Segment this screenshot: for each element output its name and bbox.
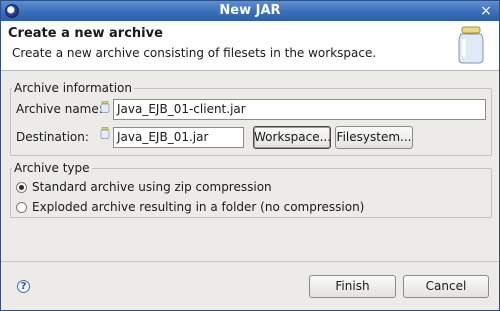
archive-name-label: Archive name: bbox=[16, 102, 103, 116]
radio-button-selected[interactable] bbox=[16, 181, 27, 193]
destination-label: Destination: bbox=[16, 130, 89, 144]
filesystem-button[interactable]: Filesystem... bbox=[335, 126, 413, 149]
archive-name-field[interactable]: Java_EJB_01-client.jar bbox=[113, 99, 486, 120]
archive-type-label: Archive type bbox=[12, 161, 92, 175]
header-description: Create a new archive consisting of files… bbox=[12, 46, 377, 60]
destination-field[interactable]: Java_EJB_01.jar bbox=[113, 127, 244, 148]
jar-icon bbox=[458, 26, 484, 64]
exploded-archive-option[interactable]: Exploded archive resulting in a folder (… bbox=[16, 200, 364, 214]
dialog-header: Create a new archive Create a new archiv… bbox=[1, 21, 499, 71]
radio-button-unselected[interactable] bbox=[16, 201, 27, 213]
title-bar[interactable]: New JAR × bbox=[1, 1, 499, 21]
workspace-button[interactable]: Workspace... bbox=[253, 126, 331, 149]
close-button[interactable]: × bbox=[478, 3, 494, 19]
header-title: Create a new archive bbox=[8, 26, 163, 41]
window-title: New JAR bbox=[219, 3, 281, 18]
jar-small-icon bbox=[100, 101, 110, 113]
new-jar-dialog: New JAR × Create a new archive Create a … bbox=[0, 0, 500, 311]
cancel-button[interactable]: Cancel bbox=[403, 275, 489, 298]
finish-button[interactable]: Finish bbox=[309, 275, 396, 298]
footer-separator bbox=[1, 261, 499, 262]
standard-archive-option[interactable]: Standard archive using zip compression bbox=[16, 180, 272, 194]
help-icon[interactable]: ? bbox=[17, 280, 30, 293]
jar-small-icon bbox=[100, 127, 110, 139]
archive-information-label: Archive information bbox=[12, 81, 134, 95]
exploded-archive-label: Exploded archive resulting in a folder (… bbox=[32, 200, 365, 214]
standard-archive-label: Standard archive using zip compression bbox=[32, 180, 272, 194]
